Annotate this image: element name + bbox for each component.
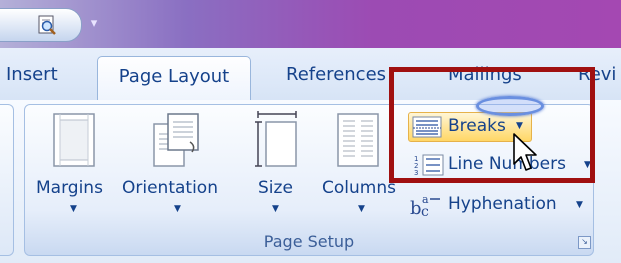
svg-text:b: b [410, 198, 422, 218]
customize-quick-access-dropdown[interactable]: ▾ [86, 14, 102, 34]
orientation-button[interactable]: Orientation ▼ [120, 108, 236, 224]
columns-dropdown-arrow: ▼ [358, 204, 365, 214]
hyphenation-dropdown-arrow: ▼ [576, 200, 583, 210]
margins-dropdown-arrow: ▼ [70, 204, 77, 214]
page-setup-group-label: Page Setup [263, 232, 355, 251]
columns-label: Columns [322, 178, 396, 198]
size-button[interactable]: Size ▼ [246, 108, 306, 224]
margins-button[interactable]: Margins ▼ [34, 108, 118, 224]
tab-insert[interactable]: Insert [6, 64, 58, 85]
mouse-pointer-icon [513, 133, 537, 171]
size-dropdown-arrow: ▼ [272, 204, 279, 214]
margins-label: Margins [36, 178, 103, 198]
orientation-label: Orientation [122, 178, 218, 198]
red-highlight-annotation [389, 67, 595, 183]
tab-page-layout[interactable]: Page Layout [97, 56, 251, 102]
size-icon [255, 111, 297, 167]
orientation-icon [153, 113, 199, 167]
margins-icon [53, 113, 95, 167]
hyphenation-icon: b c a [410, 193, 440, 218]
previous-group-edge [0, 104, 14, 256]
hyphenation-button[interactable]: Hyphenation [448, 194, 557, 214]
print-preview-icon[interactable] [36, 14, 58, 36]
orientation-dropdown-arrow: ▼ [174, 204, 181, 214]
size-label: Size [258, 178, 293, 198]
svg-text:a: a [422, 193, 429, 206]
tab-references[interactable]: References [286, 64, 386, 85]
columns-icon [337, 113, 379, 167]
page-setup-dialog-launcher[interactable]: ↘ [578, 236, 591, 249]
halo-highlight-icon [476, 96, 544, 116]
svg-text:c: c [421, 204, 429, 218]
